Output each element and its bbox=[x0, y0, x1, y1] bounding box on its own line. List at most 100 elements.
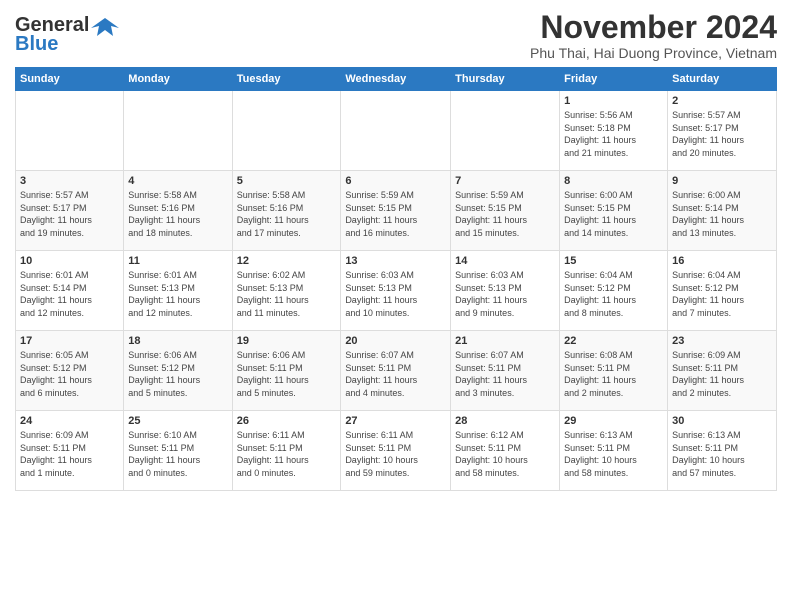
weekday-header-friday: Friday bbox=[560, 68, 668, 91]
calendar-cell: 27 Sunrise: 6:11 AM Sunset: 5:11 PM Dayli… bbox=[341, 411, 451, 491]
calendar-week-row: 10 Sunrise: 6:01 AM Sunset: 5:14 PM Dayli… bbox=[16, 251, 777, 331]
day-info: Sunrise: 6:07 AM Sunset: 5:11 PM Dayligh… bbox=[455, 349, 555, 399]
page-header: General Blue November 2024 Phu Thai, Hai… bbox=[15, 10, 777, 61]
day-number: 8 bbox=[564, 175, 663, 187]
calendar-cell: 6 Sunrise: 5:59 AM Sunset: 5:15 PM Daylig… bbox=[341, 171, 451, 251]
day-number: 27 bbox=[345, 415, 446, 427]
logo-bird-icon bbox=[91, 16, 119, 36]
day-number: 16 bbox=[672, 255, 772, 267]
weekday-header-monday: Monday bbox=[124, 68, 232, 91]
calendar-cell: 3 Sunrise: 5:57 AM Sunset: 5:17 PM Daylig… bbox=[16, 171, 124, 251]
title-section: November 2024 Phu Thai, Hai Duong Provin… bbox=[530, 10, 777, 61]
calendar-cell: 21 Sunrise: 6:07 AM Sunset: 5:11 PM Dayli… bbox=[451, 331, 560, 411]
day-info: Sunrise: 5:57 AM Sunset: 5:17 PM Dayligh… bbox=[672, 109, 772, 159]
day-info: Sunrise: 6:13 AM Sunset: 5:11 PM Dayligh… bbox=[672, 429, 772, 479]
weekday-header-saturday: Saturday bbox=[668, 68, 777, 91]
calendar-cell: 23Sunrise: 6:09 AM Sunset: 5:11 PM Dayli… bbox=[668, 331, 777, 411]
calendar-table: SundayMondayTuesdayWednesdayThursdayFrid… bbox=[15, 67, 777, 491]
day-info: Sunrise: 6:00 AM Sunset: 5:15 PM Dayligh… bbox=[564, 189, 663, 239]
day-info: Sunrise: 6:09 AM Sunset: 5:11 PM Dayligh… bbox=[20, 429, 119, 479]
calendar-cell: 4 Sunrise: 5:58 AM Sunset: 5:16 PM Daylig… bbox=[124, 171, 232, 251]
calendar-cell: 13 Sunrise: 6:03 AM Sunset: 5:13 PM Dayli… bbox=[341, 251, 451, 331]
calendar-cell: 17Sunrise: 6:05 AM Sunset: 5:12 PM Dayli… bbox=[16, 331, 124, 411]
calendar-cell: 5Sunrise: 5:58 AM Sunset: 5:16 PM Daylig… bbox=[232, 171, 341, 251]
day-number: 24 bbox=[20, 415, 119, 427]
calendar-cell: 16Sunrise: 6:04 AM Sunset: 5:12 PM Dayli… bbox=[668, 251, 777, 331]
calendar-cell: 9 Sunrise: 6:00 AM Sunset: 5:14 PM Daylig… bbox=[668, 171, 777, 251]
day-info: Sunrise: 6:10 AM Sunset: 5:11 PM Dayligh… bbox=[128, 429, 227, 479]
calendar-cell: 15 Sunrise: 6:04 AM Sunset: 5:12 PM Dayli… bbox=[560, 251, 668, 331]
day-number: 11 bbox=[128, 255, 227, 267]
day-info: Sunrise: 5:57 AM Sunset: 5:17 PM Dayligh… bbox=[20, 189, 119, 239]
day-number: 21 bbox=[455, 335, 555, 347]
day-number: 10 bbox=[20, 255, 119, 267]
day-info: Sunrise: 6:04 AM Sunset: 5:12 PM Dayligh… bbox=[564, 269, 663, 319]
calendar-cell: 25 Sunrise: 6:10 AM Sunset: 5:11 PM Dayli… bbox=[124, 411, 232, 491]
day-info: Sunrise: 6:07 AM Sunset: 5:11 PM Dayligh… bbox=[345, 349, 446, 399]
weekday-header-wednesday: Wednesday bbox=[341, 68, 451, 91]
calendar-cell bbox=[232, 91, 341, 171]
day-number: 29 bbox=[564, 415, 663, 427]
month-title: November 2024 bbox=[530, 10, 777, 45]
day-number: 4 bbox=[128, 175, 227, 187]
weekday-header-row: SundayMondayTuesdayWednesdayThursdayFrid… bbox=[16, 68, 777, 91]
calendar-cell: 14 Sunrise: 6:03 AM Sunset: 5:13 PM Dayli… bbox=[451, 251, 560, 331]
calendar-cell bbox=[341, 91, 451, 171]
calendar-cell bbox=[451, 91, 560, 171]
calendar-cell: 12 Sunrise: 6:02 AM Sunset: 5:13 PM Dayli… bbox=[232, 251, 341, 331]
day-number: 30 bbox=[672, 415, 772, 427]
calendar-week-row: 1Sunrise: 5:56 AM Sunset: 5:18 PM Daylig… bbox=[16, 91, 777, 171]
day-number: 2 bbox=[672, 95, 772, 107]
logo: General Blue bbox=[15, 10, 119, 56]
calendar-week-row: 17Sunrise: 6:05 AM Sunset: 5:12 PM Dayli… bbox=[16, 331, 777, 411]
calendar-week-row: 3 Sunrise: 5:57 AM Sunset: 5:17 PM Daylig… bbox=[16, 171, 777, 251]
day-number: 18 bbox=[128, 335, 227, 347]
day-info: Sunrise: 6:02 AM Sunset: 5:13 PM Dayligh… bbox=[237, 269, 337, 319]
day-info: Sunrise: 6:00 AM Sunset: 5:14 PM Dayligh… bbox=[672, 189, 772, 239]
day-number: 17 bbox=[20, 335, 119, 347]
day-number: 26 bbox=[237, 415, 337, 427]
day-number: 20 bbox=[345, 335, 446, 347]
calendar-cell: 10 Sunrise: 6:01 AM Sunset: 5:14 PM Dayli… bbox=[16, 251, 124, 331]
day-number: 7 bbox=[455, 175, 555, 187]
calendar-cell: 11Sunrise: 6:01 AM Sunset: 5:13 PM Dayli… bbox=[124, 251, 232, 331]
day-number: 9 bbox=[672, 175, 772, 187]
calendar-cell: 7 Sunrise: 5:59 AM Sunset: 5:15 PM Daylig… bbox=[451, 171, 560, 251]
day-number: 25 bbox=[128, 415, 227, 427]
calendar-cell: 22Sunrise: 6:08 AM Sunset: 5:11 PM Dayli… bbox=[560, 331, 668, 411]
subtitle: Phu Thai, Hai Duong Province, Vietnam bbox=[530, 45, 777, 61]
calendar-cell: 1Sunrise: 5:56 AM Sunset: 5:18 PM Daylig… bbox=[560, 91, 668, 171]
day-info: Sunrise: 5:59 AM Sunset: 5:15 PM Dayligh… bbox=[455, 189, 555, 239]
day-info: Sunrise: 5:58 AM Sunset: 5:16 PM Dayligh… bbox=[128, 189, 227, 239]
calendar-cell: 30 Sunrise: 6:13 AM Sunset: 5:11 PM Dayli… bbox=[668, 411, 777, 491]
day-info: Sunrise: 6:03 AM Sunset: 5:13 PM Dayligh… bbox=[345, 269, 446, 319]
calendar-cell: 20 Sunrise: 6:07 AM Sunset: 5:11 PM Dayli… bbox=[341, 331, 451, 411]
day-number: 6 bbox=[345, 175, 446, 187]
day-number: 19 bbox=[237, 335, 337, 347]
day-info: Sunrise: 6:01 AM Sunset: 5:14 PM Dayligh… bbox=[20, 269, 119, 319]
calendar-week-row: 24 Sunrise: 6:09 AM Sunset: 5:11 PM Dayli… bbox=[16, 411, 777, 491]
day-number: 15 bbox=[564, 255, 663, 267]
weekday-header-tuesday: Tuesday bbox=[232, 68, 341, 91]
day-info: Sunrise: 6:09 AM Sunset: 5:11 PM Dayligh… bbox=[672, 349, 772, 399]
day-number: 3 bbox=[20, 175, 119, 187]
calendar-cell: 28 Sunrise: 6:12 AM Sunset: 5:11 PM Dayli… bbox=[451, 411, 560, 491]
day-info: Sunrise: 6:03 AM Sunset: 5:13 PM Dayligh… bbox=[455, 269, 555, 319]
calendar-cell: 26Sunrise: 6:11 AM Sunset: 5:11 PM Dayli… bbox=[232, 411, 341, 491]
day-number: 1 bbox=[564, 95, 663, 107]
day-info: Sunrise: 6:13 AM Sunset: 5:11 PM Dayligh… bbox=[564, 429, 663, 479]
weekday-header-sunday: Sunday bbox=[16, 68, 124, 91]
day-info: Sunrise: 6:11 AM Sunset: 5:11 PM Dayligh… bbox=[345, 429, 446, 479]
day-info: Sunrise: 6:06 AM Sunset: 5:11 PM Dayligh… bbox=[237, 349, 337, 399]
day-info: Sunrise: 6:06 AM Sunset: 5:12 PM Dayligh… bbox=[128, 349, 227, 399]
calendar-cell: 18 Sunrise: 6:06 AM Sunset: 5:12 PM Dayli… bbox=[124, 331, 232, 411]
calendar-cell: 29 Sunrise: 6:13 AM Sunset: 5:11 PM Dayli… bbox=[560, 411, 668, 491]
day-number: 13 bbox=[345, 255, 446, 267]
day-info: Sunrise: 5:59 AM Sunset: 5:15 PM Dayligh… bbox=[345, 189, 446, 239]
day-number: 14 bbox=[455, 255, 555, 267]
calendar-cell: 19 Sunrise: 6:06 AM Sunset: 5:11 PM Dayli… bbox=[232, 331, 341, 411]
logo-blue: Blue bbox=[15, 33, 58, 56]
day-info: Sunrise: 6:12 AM Sunset: 5:11 PM Dayligh… bbox=[455, 429, 555, 479]
day-number: 28 bbox=[455, 415, 555, 427]
day-number: 12 bbox=[237, 255, 337, 267]
